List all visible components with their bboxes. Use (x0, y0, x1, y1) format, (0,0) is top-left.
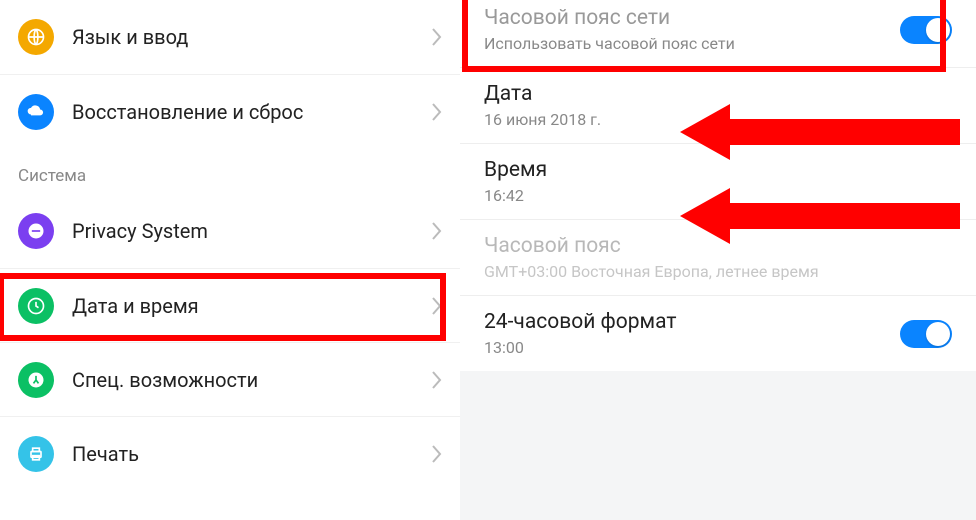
row-title: 24-часовой формат (484, 310, 900, 334)
settings-list: Язык и ввод Восстановление и сброс Систе… (0, 0, 460, 520)
accessibility-icon (18, 362, 54, 398)
row-label: Язык и ввод (72, 25, 430, 49)
privacy-icon (18, 213, 54, 249)
annotation-arrow-time (680, 188, 960, 244)
row-label: Privacy System (72, 219, 430, 243)
row-label: Дата и время (72, 294, 430, 318)
row-title: Время (484, 158, 952, 182)
app-root: Язык и ввод Восстановление и сброс Систе… (0, 0, 976, 520)
chevron-right-icon (430, 102, 442, 122)
section-header-system: Система (0, 148, 460, 194)
row-label: Спец. возможности (72, 368, 430, 392)
chevron-right-icon (430, 296, 442, 316)
annotation-arrow-date (680, 104, 960, 160)
row-title: Часовой пояс сети (484, 6, 900, 30)
chevron-right-icon (430, 370, 442, 390)
chevron-right-icon (430, 444, 442, 464)
row-24h-format[interactable]: 24-часовой формат 13:00 (460, 296, 976, 371)
row-title: Дата (484, 82, 952, 106)
row-print[interactable]: Печать (0, 416, 460, 490)
row-subtitle: Использовать часовой пояс сети (484, 34, 900, 53)
clock-icon (18, 288, 54, 324)
printer-icon (18, 436, 54, 472)
row-label: Восстановление и сброс (72, 100, 430, 124)
row-subtitle: 13:00 (484, 338, 900, 357)
row-privacy-system[interactable]: Privacy System (0, 194, 460, 268)
date-time-settings: Часовой пояс сети Использовать часовой п… (460, 0, 976, 520)
cloud-reset-icon (18, 94, 54, 130)
row-subtitle: GMT+03:00 Восточная Европа, летнее время (484, 262, 952, 281)
chevron-right-icon (430, 221, 442, 241)
row-network-timezone[interactable]: Часовой пояс сети Использовать часовой п… (460, 0, 976, 68)
switch-24h-format[interactable] (900, 320, 952, 348)
row-backup-reset[interactable]: Восстановление и сброс (0, 74, 460, 148)
row-label: Печать (72, 442, 430, 466)
globe-icon (18, 19, 54, 55)
row-language-input[interactable]: Язык и ввод (0, 0, 460, 74)
chevron-right-icon (430, 27, 442, 47)
row-date-time[interactable]: Дата и время (0, 268, 460, 342)
switch-network-timezone[interactable] (900, 16, 952, 44)
row-accessibility[interactable]: Спец. возможности (0, 342, 460, 416)
